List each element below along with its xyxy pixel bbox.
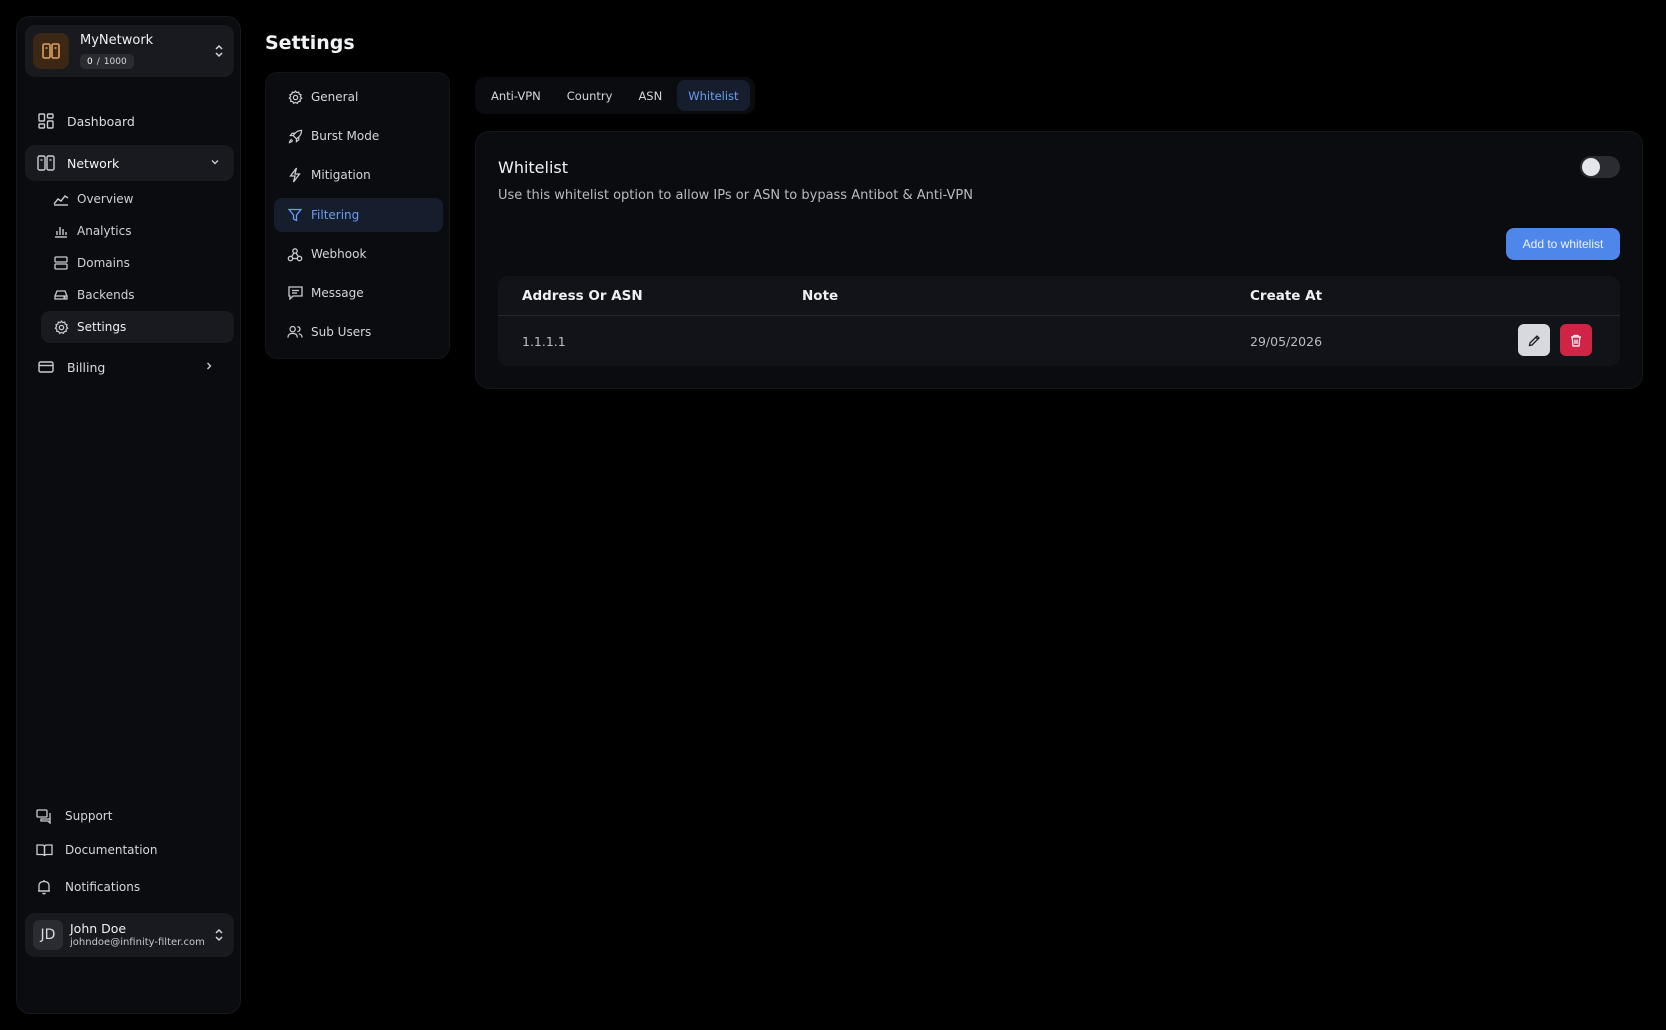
sidebar-item-label: Settings bbox=[77, 320, 127, 334]
tab-asn[interactable]: ASN bbox=[627, 80, 673, 111]
nav-support-label: Support bbox=[65, 809, 113, 823]
nav-notifications[interactable]: Notifications bbox=[35, 876, 140, 898]
settings-item-sub-users[interactable]: Sub Users bbox=[274, 315, 443, 349]
sidebar-item-label: Domains bbox=[77, 256, 130, 270]
whitelist-title: Whitelist bbox=[498, 158, 569, 177]
settings-item-label: Sub Users bbox=[311, 325, 372, 339]
whitelist-table: Address Or ASN Note Create At 1.1.1.1 29… bbox=[498, 276, 1620, 366]
sidebar-item-overview[interactable]: Overview bbox=[41, 183, 234, 215]
filter-icon bbox=[287, 207, 303, 223]
chart-line-icon bbox=[53, 191, 69, 207]
settings-item-webhook[interactable]: Webhook bbox=[274, 237, 443, 271]
bar-chart-icon bbox=[53, 223, 69, 239]
quota-separator: / bbox=[96, 56, 100, 67]
edit-button[interactable] bbox=[1518, 324, 1550, 356]
chevron-up-down-icon bbox=[214, 43, 224, 59]
quota-total: 1000 bbox=[103, 56, 127, 67]
settings-item-message[interactable]: Message bbox=[274, 276, 443, 310]
settings-item-label: Webhook bbox=[311, 247, 367, 261]
chevron-down-icon bbox=[210, 157, 220, 167]
table-header: Address Or ASN Note Create At bbox=[498, 276, 1620, 316]
pencil-icon bbox=[1528, 334, 1541, 347]
nav-billing[interactable]: Billing bbox=[37, 356, 214, 378]
whitelist-toggle[interactable] bbox=[1580, 156, 1620, 178]
tab-anti-vpn[interactable]: Anti-VPN bbox=[480, 80, 552, 111]
chat-bubbles-icon bbox=[35, 807, 53, 825]
tab-whitelist[interactable]: Whitelist bbox=[677, 80, 750, 111]
nav-documentation[interactable]: Documentation bbox=[35, 839, 158, 861]
trash-icon bbox=[1570, 334, 1582, 347]
settings-item-filtering[interactable]: Filtering bbox=[274, 198, 443, 232]
book-open-icon bbox=[35, 841, 53, 859]
network-quota-badge: 0 / 1000 bbox=[80, 54, 134, 70]
sidebar: MyNetwork 0 / 1000 Dashboard Network Ove… bbox=[16, 16, 241, 1014]
page-title: Settings bbox=[265, 32, 355, 54]
settings-item-label: Burst Mode bbox=[311, 129, 380, 143]
user-name: John Doe bbox=[70, 921, 127, 936]
nav-notifications-label: Notifications bbox=[65, 880, 141, 894]
network-name: MyNetwork bbox=[80, 32, 154, 48]
sidebar-item-domains[interactable]: Domains bbox=[41, 247, 234, 279]
network-logo-icon bbox=[33, 33, 69, 69]
toggle-knob bbox=[1582, 158, 1600, 176]
column-header-note: Note bbox=[802, 288, 839, 304]
settings-item-label: Mitigation bbox=[311, 168, 371, 182]
nav-documentation-label: Documentation bbox=[65, 843, 158, 857]
settings-item-mitigation[interactable]: Mitigation bbox=[274, 158, 443, 192]
network-switcher[interactable]: MyNetwork 0 / 1000 bbox=[25, 25, 234, 77]
settings-item-label: General bbox=[311, 90, 359, 104]
tab-country[interactable]: Country bbox=[556, 80, 624, 111]
sidebar-item-settings[interactable]: Settings bbox=[41, 311, 234, 343]
credit-card-icon bbox=[37, 358, 55, 376]
nav-dashboard[interactable]: Dashboard bbox=[37, 110, 135, 132]
delete-button[interactable] bbox=[1560, 324, 1592, 356]
users-icon bbox=[287, 324, 303, 340]
webhook-icon bbox=[287, 246, 303, 262]
server-icon bbox=[53, 255, 69, 271]
settings-item-burst-mode[interactable]: Burst Mode bbox=[274, 119, 443, 153]
bell-icon bbox=[35, 878, 53, 896]
settings-item-label: Message bbox=[311, 286, 364, 300]
sidebar-item-backends[interactable]: Backends bbox=[41, 279, 234, 311]
nav-billing-label: Billing bbox=[67, 359, 106, 375]
sidebar-item-label: Backends bbox=[77, 288, 135, 302]
whitelist-card: Whitelist Use this whitelist option to a… bbox=[475, 131, 1643, 389]
settings-item-general[interactable]: General bbox=[274, 80, 443, 114]
rocket-icon bbox=[287, 128, 303, 144]
hard-drive-icon bbox=[53, 287, 69, 303]
whitelist-description: Use this whitelist option to allow IPs o… bbox=[498, 188, 973, 203]
avatar: JD bbox=[33, 920, 63, 950]
settings-item-label: Filtering bbox=[311, 208, 360, 222]
gear-icon bbox=[287, 89, 303, 105]
nav-network-label: Network bbox=[67, 155, 120, 171]
cell-created: 29/05/2026 bbox=[1250, 334, 1323, 349]
chevron-up-down-icon bbox=[214, 927, 224, 943]
column-header-created: Create At bbox=[1250, 288, 1323, 304]
sidebar-item-label: Overview bbox=[77, 192, 134, 206]
quota-used: 0 bbox=[87, 56, 93, 67]
chevron-right-icon bbox=[204, 361, 214, 371]
user-menu[interactable]: JD John Doe johndoe@infinity-filter.com bbox=[25, 913, 234, 957]
nav-support[interactable]: Support bbox=[35, 805, 112, 827]
column-header-address: Address Or ASN bbox=[522, 288, 643, 304]
sidebar-item-label: Analytics bbox=[77, 224, 132, 238]
network-icon bbox=[37, 154, 55, 172]
sidebar-item-analytics[interactable]: Analytics bbox=[41, 215, 234, 247]
add-to-whitelist-button[interactable]: Add to whitelist bbox=[1506, 228, 1620, 260]
nav-network[interactable]: Network bbox=[25, 145, 234, 181]
settings-menu: General Burst Mode Mitigation Filtering bbox=[265, 72, 450, 359]
cell-address: 1.1.1.1 bbox=[522, 334, 566, 349]
message-icon bbox=[287, 285, 303, 301]
nav-dashboard-label: Dashboard bbox=[67, 113, 135, 129]
filtering-tabs: Anti-VPN Country ASN Whitelist bbox=[475, 77, 755, 114]
gear-icon bbox=[53, 319, 69, 335]
user-email: johndoe@infinity-filter.com bbox=[70, 937, 205, 948]
lightning-icon bbox=[287, 167, 303, 183]
dashboard-icon bbox=[37, 112, 55, 130]
